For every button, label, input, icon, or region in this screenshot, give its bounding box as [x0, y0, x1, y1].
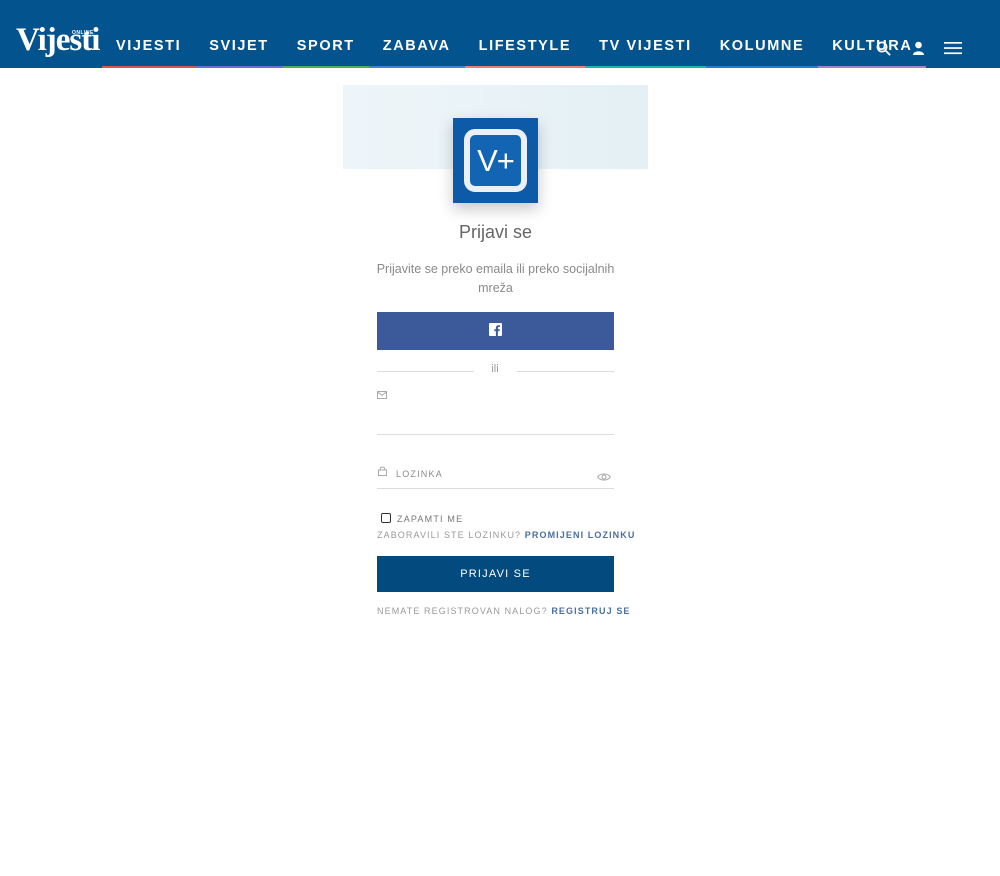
site-logo[interactable]: Vijesti [16, 24, 100, 57]
change-password-link[interactable]: PROMIJENI LOZINKU [525, 530, 636, 540]
menu-icon[interactable] [940, 36, 966, 60]
user-icon[interactable] [905, 36, 931, 60]
password-underline [377, 488, 614, 489]
divider-text: ili [491, 363, 499, 375]
vplus-app-icon: V+ [453, 118, 538, 203]
divider-line-right [517, 371, 614, 372]
show-password-eye-icon[interactable] [597, 469, 611, 487]
remember-me-label[interactable]: ZAPAMTI ME [397, 514, 463, 524]
nav-item-color-bar [818, 66, 927, 68]
nav-item-label: SPORT [296, 38, 355, 54]
facebook-login-button[interactable] [377, 312, 614, 350]
nav-item-zabava[interactable]: ZABAVA [368, 26, 465, 68]
logo-online-label: ONLINE [72, 30, 94, 36]
nav-item-svijet[interactable]: SVIJET [195, 26, 283, 68]
site-header: Vijesti ONLINE VIJESTI SVIJET SPORT ZABAVA L… [0, 0, 1000, 68]
email-underline [377, 434, 614, 435]
nav-item-sport[interactable]: SPORT [282, 26, 369, 68]
nav-item-label: TV VIJESTI [599, 38, 692, 54]
nav-item-label: SVIJET [209, 38, 269, 54]
nav-item-color-bar [282, 66, 369, 68]
search-icon[interactable] [870, 36, 896, 60]
nav-item-color-bar [102, 66, 196, 68]
login-button[interactable]: PRIJAVI SE [377, 556, 614, 592]
forgot-password-row: ZABORAVILI STE LOZINKU? PROMIJENI LOZINK… [377, 530, 634, 540]
nav-item-color-bar [585, 66, 706, 68]
nav-item-label: LIFESTYLE [478, 38, 572, 54]
nav-item-color-bar [368, 66, 465, 68]
nav-item-label: VIJESTI [116, 38, 182, 54]
header-icons [861, 36, 966, 60]
nav-item-label: KOLUMNE [719, 38, 805, 54]
nav-item-color-bar [705, 66, 819, 68]
register-prompt-text: NEMATE REGISTROVAN NALOG? [377, 606, 548, 616]
nav-item-vijesti[interactable]: VIJESTI [102, 26, 196, 68]
email-input[interactable] [377, 390, 614, 434]
register-row: NEMATE REGISTROVAN NALOG? REGISTRUJ SE [377, 606, 629, 616]
nav-item-color-bar [464, 66, 586, 68]
forgot-password-text: ZABORAVILI STE LOZINKU? [377, 530, 522, 540]
password-input[interactable] [377, 462, 592, 486]
facebook-icon [489, 323, 502, 339]
register-link[interactable]: REGISTRUJ SE [551, 606, 630, 616]
login-subtitle: Prijavite se preko emaila ili preko soci… [376, 262, 615, 295]
nav-item-label: ZABAVA [382, 38, 451, 54]
main-nav: VIJESTI SVIJET SPORT ZABAVA LIFESTYLE TV VIJE… [102, 26, 927, 68]
nav-item-lifestyle[interactable]: LIFESTYLE [464, 26, 586, 68]
divider-line-left [377, 371, 474, 372]
nav-item-tv-vijesti[interactable]: TV VIJESTI [585, 26, 706, 68]
nav-item-kolumne[interactable]: KOLUMNE [705, 26, 819, 68]
login-title: Prijavi se [458, 222, 533, 242]
vplus-logo-text: V+ [464, 129, 527, 192]
remember-me-checkbox[interactable] [381, 513, 391, 523]
nav-item-color-bar [195, 66, 283, 68]
